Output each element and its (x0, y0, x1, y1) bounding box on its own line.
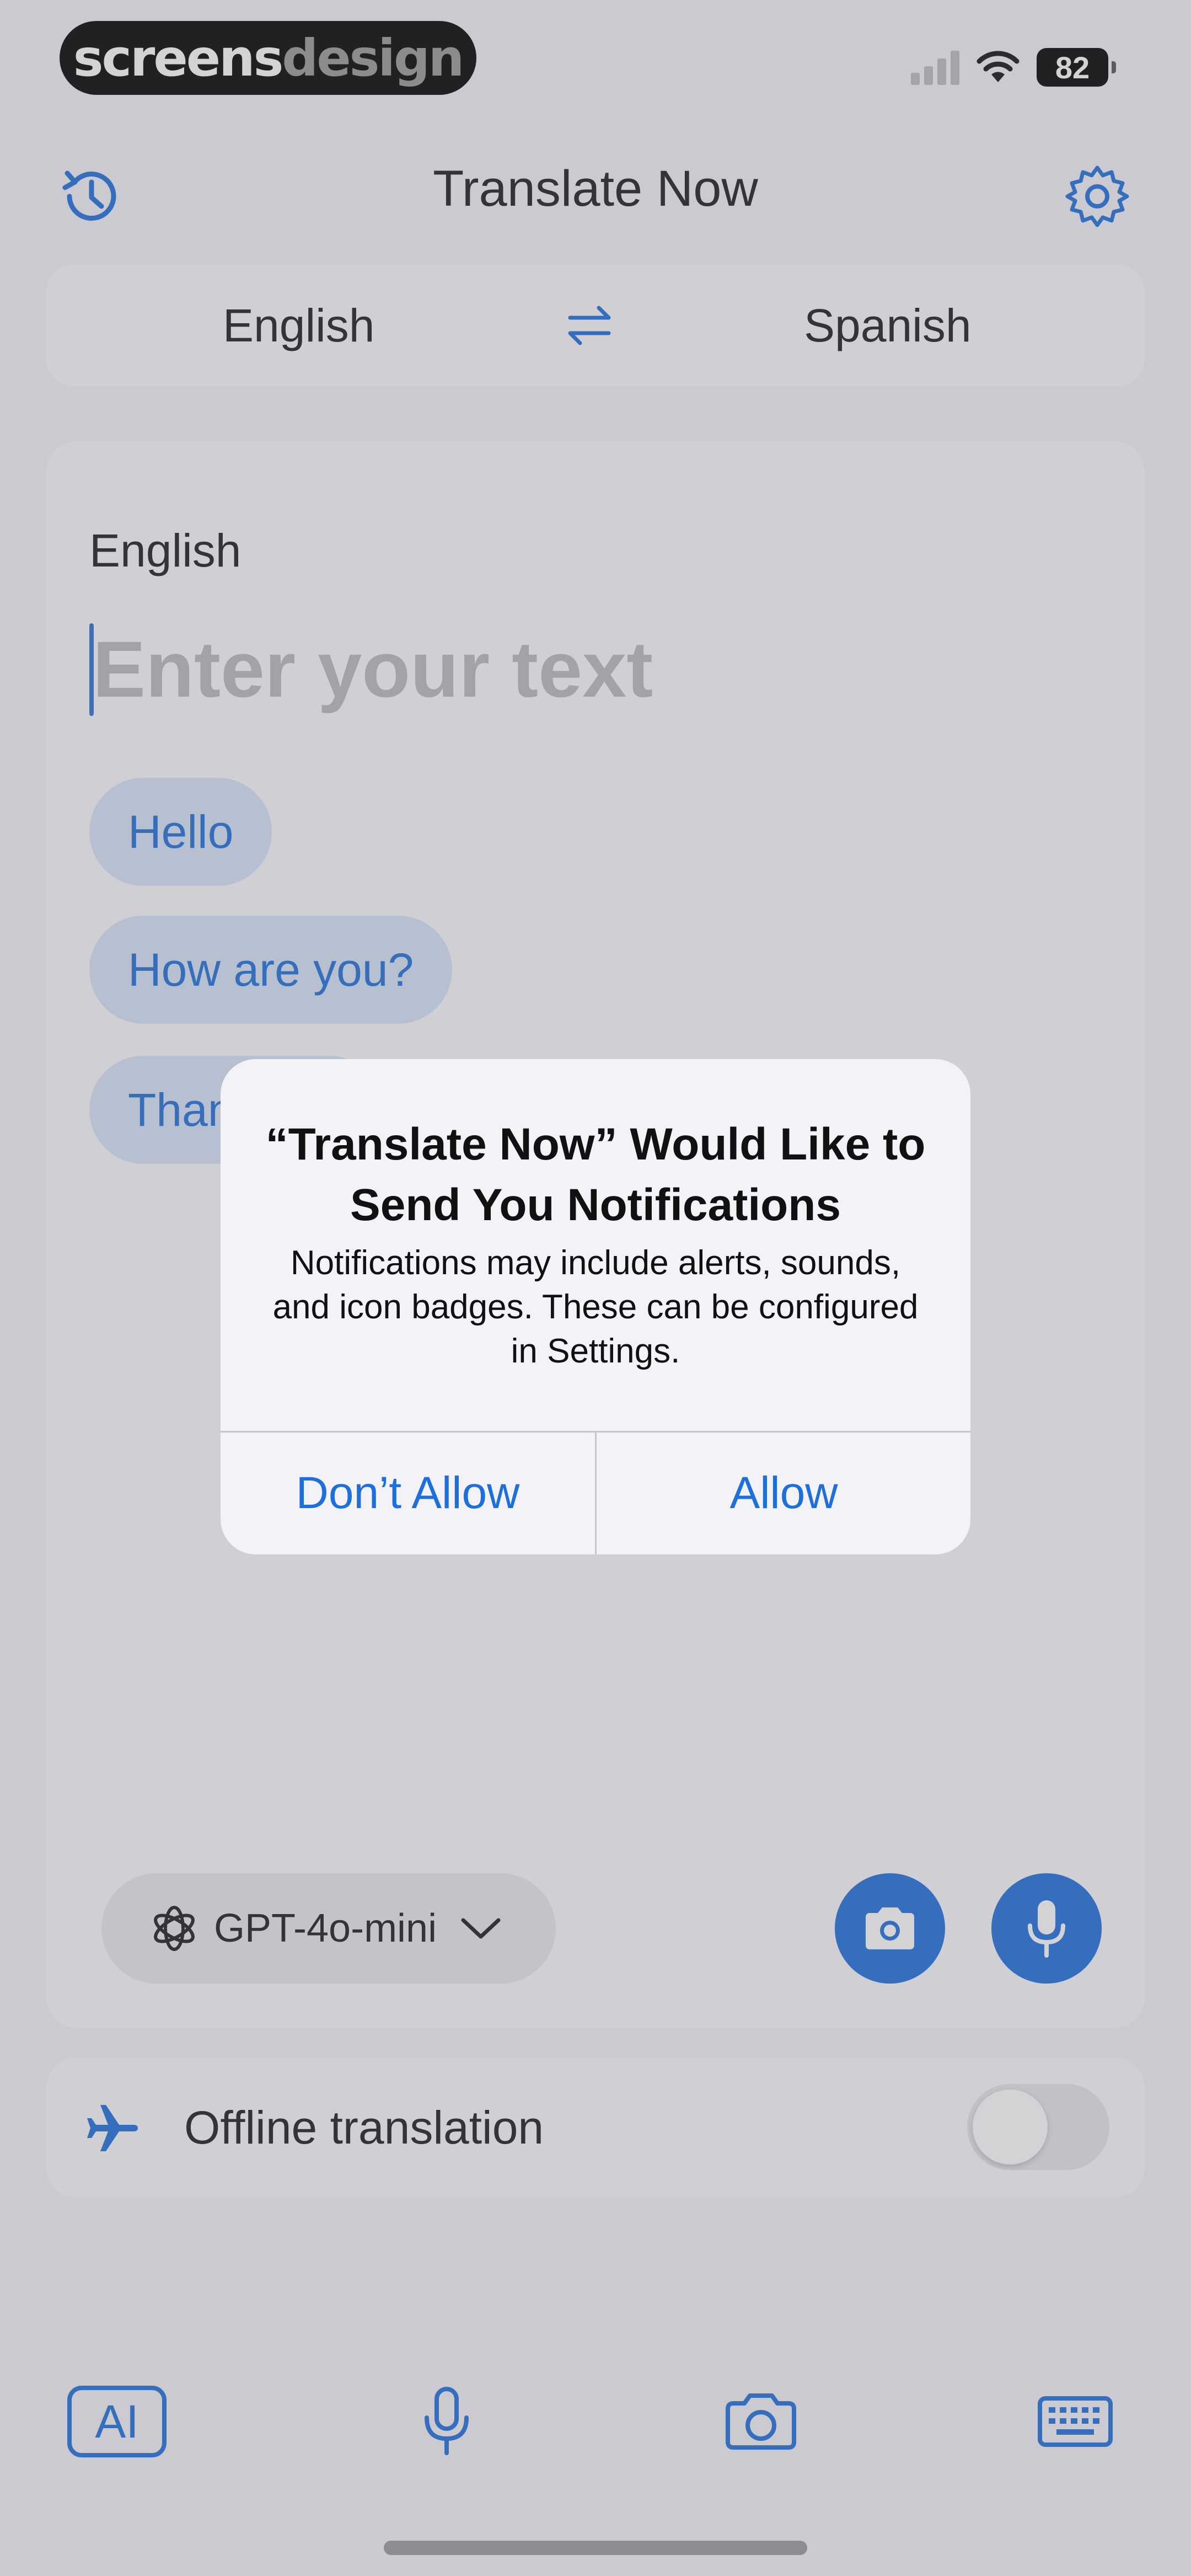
allow-button[interactable]: Allow (597, 1432, 970, 1554)
app-screen: screensdesign 82 Translate Now English (0, 0, 1191, 2576)
dont-allow-button[interactable]: Don’t Allow (221, 1432, 595, 1554)
notification-permission-alert: “Translate Now” Would Like to Send You N… (221, 1059, 970, 1554)
alert-title: “Translate Now” Would Like to Send You N… (265, 1119, 926, 1230)
alert-message: Notifications may include alerts, sounds… (272, 1244, 919, 1370)
